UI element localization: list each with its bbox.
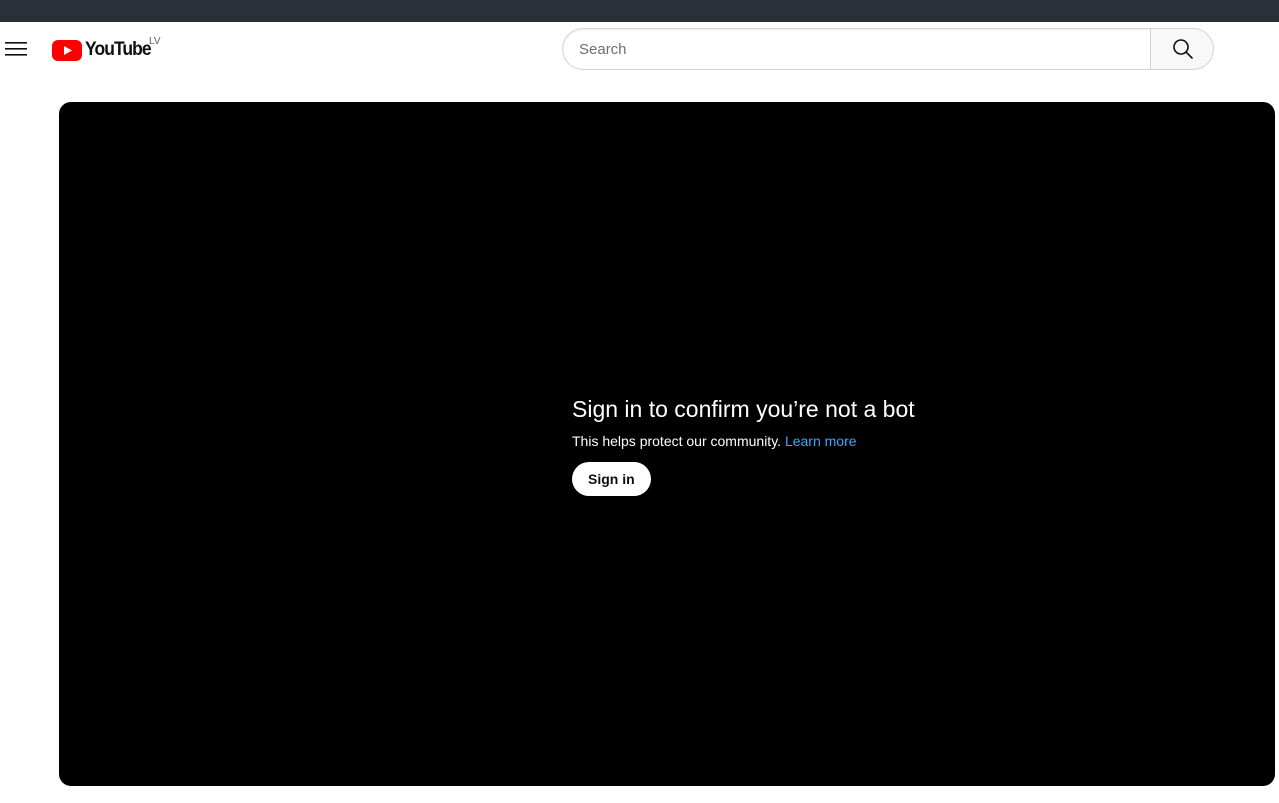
sign-in-button[interactable]: Sign in bbox=[572, 462, 651, 496]
masthead: YouTube LV bbox=[0, 22, 1279, 78]
bot-check-description-text: This helps protect our community. bbox=[572, 433, 782, 449]
youtube-play-icon bbox=[52, 39, 82, 61]
search-icon bbox=[1173, 39, 1193, 59]
youtube-logo-link[interactable]: YouTube bbox=[52, 38, 156, 62]
logo-wordmark: YouTube bbox=[85, 39, 152, 60]
bot-check-description: This helps protect our community. Learn … bbox=[572, 431, 1072, 451]
guide-menu-button[interactable] bbox=[0, 33, 32, 65]
country-code: LV bbox=[149, 36, 161, 47]
learn-more-link[interactable]: Learn more bbox=[785, 433, 857, 449]
search-input[interactable] bbox=[563, 29, 1151, 69]
video-player[interactable]: Sign in to confirm you’re not a bot This… bbox=[59, 102, 1275, 786]
search-button[interactable] bbox=[1150, 28, 1214, 70]
bot-check-panel: Sign in to confirm you’re not a bot This… bbox=[572, 392, 1072, 496]
search-box bbox=[562, 28, 1151, 70]
hamburger-menu-icon bbox=[5, 42, 27, 56]
browser-top-bar bbox=[0, 0, 1279, 22]
bot-check-title: Sign in to confirm you’re not a bot bbox=[572, 396, 915, 422]
